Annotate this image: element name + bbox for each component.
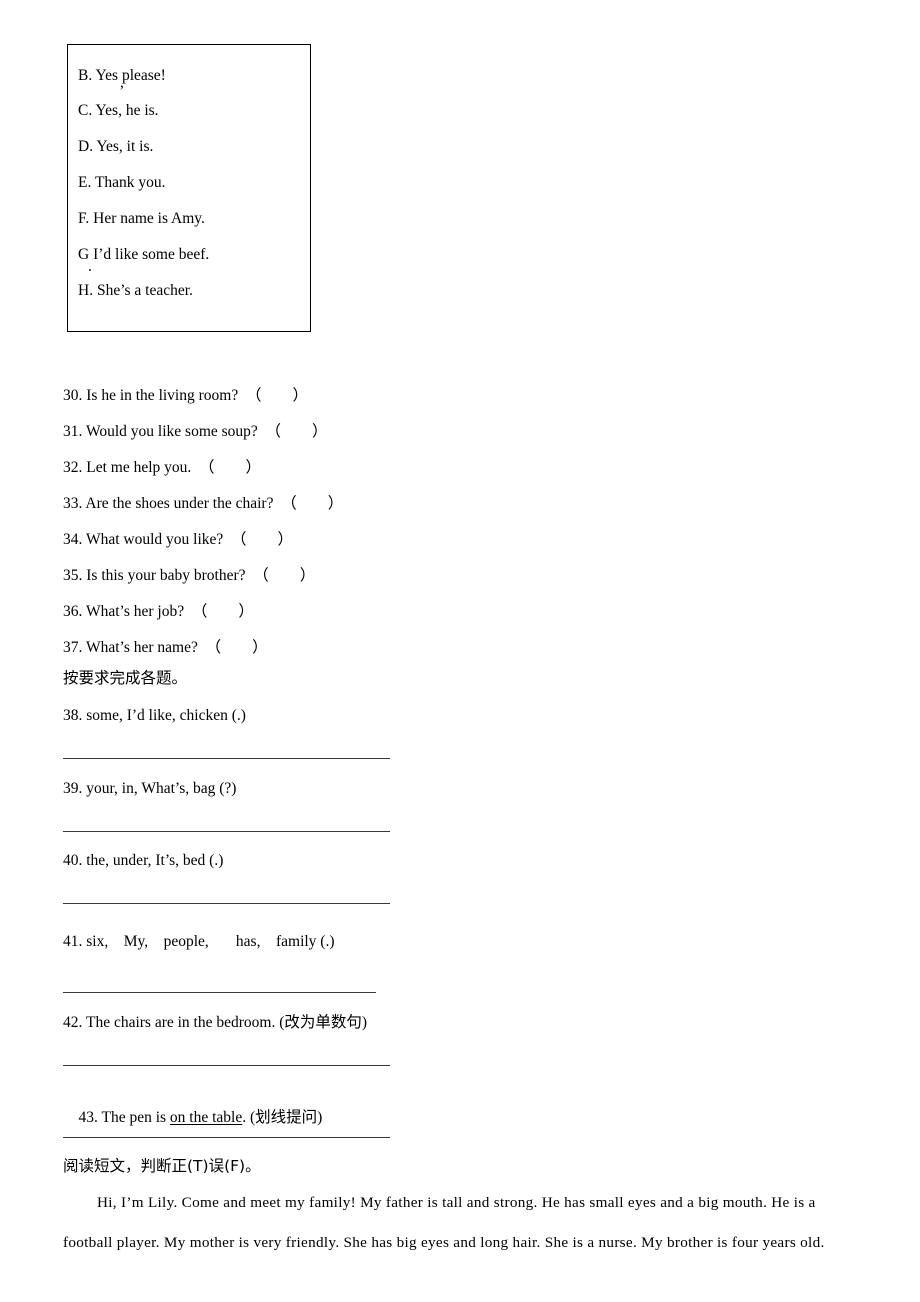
option-label-h: H. She’s a teacher. [78, 282, 193, 299]
question-row-31: 31. Would you like some soup? （ ） [63, 423, 328, 440]
option-item-f: F. Her name is Amy. [68, 201, 310, 237]
option-item-c: C. Yes, he is. [68, 93, 310, 129]
answer-line-39[interactable] [63, 831, 390, 832]
question-43-suffix: . (划线提问) [242, 1108, 323, 1126]
stray-comma-mark: , [120, 74, 124, 91]
question-row-37: 37. What’s her name? （ ） [63, 639, 268, 656]
option-label-g: G I’d like some beef. [78, 246, 210, 263]
question-row-39: 39. your, in, What’s, bag (?) [63, 780, 237, 797]
question-row-34: 34. What would you like? （ ） [63, 531, 294, 548]
instruction-rearrange: 按要求完成各题。 [63, 669, 188, 687]
question-row-38: 38. some, I’d like, chicken (.) [63, 707, 246, 724]
option-item-b: B. Yes please! , [68, 59, 310, 93]
question-row-41: 41. six, My, people, has, family (.) [63, 933, 335, 950]
option-label-e: E. Thank you. [78, 174, 166, 191]
worksheet-page: B. Yes please! , C. Yes, he is. D. Yes, … [0, 0, 920, 1302]
answer-line-41[interactable] [63, 992, 376, 993]
option-label-f: F. Her name is Amy. [78, 210, 205, 227]
question-row-40: 40. the, under, It’s, bed (.) [63, 852, 224, 869]
question-43-underlined-phrase: on the table [169, 1108, 243, 1126]
question-row-36: 36. What’s her job? （ ） [63, 603, 254, 620]
question-row-42: 42. The chairs are in the bedroom. (改为单数… [63, 1014, 368, 1031]
question-row-35: 35. Is this your baby brother? （ ） [63, 567, 316, 584]
passage-line-1-text: Hi, I’m Lily. Come and meet my family! M… [97, 1194, 816, 1211]
question-row-30: 30. Is he in the living room? （ ） [63, 387, 308, 404]
option-item-e: E. Thank you. [68, 165, 310, 201]
option-label-d: D. Yes, it is. [78, 138, 154, 155]
matching-question-list: 30. Is he in the living room? （ ） 31. Wo… [63, 378, 863, 666]
instruction-reading: 阅读短文，判断正(T)误(F)。 [63, 1157, 261, 1175]
question-row-33: 33. Are the shoes under the chair? （ ） [63, 495, 344, 512]
passage-line-2: football player. My mother is very frien… [63, 1234, 825, 1251]
answer-line-40[interactable] [63, 903, 390, 904]
answer-line-38[interactable] [63, 758, 390, 759]
option-item-g: G I’d like some beef. . [68, 237, 310, 274]
answer-line-42[interactable] [63, 1065, 390, 1066]
option-item-d: D. Yes, it is. [68, 129, 310, 165]
question-43-prefix: 43. The pen is [78, 1108, 170, 1126]
option-label-c: C. Yes, he is. [78, 102, 159, 119]
option-item-h: H. She’s a teacher. [68, 273, 310, 309]
question-row-43: 43. The pen is on the table. (划线提问) [63, 1085, 323, 1150]
passage-line-1: Hi, I’m Lily. Come and meet my family! M… [63, 1192, 883, 1213]
answer-line-43[interactable] [63, 1137, 390, 1138]
answer-options-list: B. Yes please! , C. Yes, he is. D. Yes, … [68, 45, 310, 309]
question-row-32: 32. Let me help you. （ ） [63, 459, 262, 476]
answer-options-box: B. Yes please! , C. Yes, he is. D. Yes, … [67, 44, 311, 332]
